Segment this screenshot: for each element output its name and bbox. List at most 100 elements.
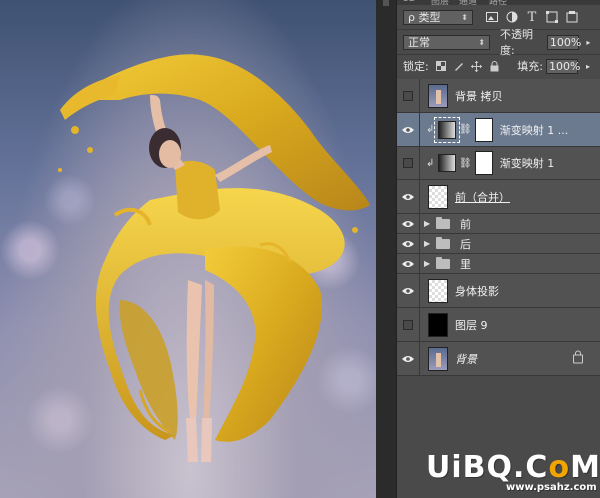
layer-row[interactable]: 背景 xyxy=(397,342,600,376)
tab-3d[interactable]: 3D xyxy=(403,0,416,4)
hidden-box-icon xyxy=(403,319,413,330)
layer-name: 背景 拷贝 xyxy=(455,89,503,103)
layer-thumbnail xyxy=(428,346,448,371)
visibility-toggle[interactable] xyxy=(397,308,420,341)
fill-input[interactable]: 100% xyxy=(546,58,581,74)
type-filter-icon[interactable]: T xyxy=(525,10,539,25)
chevron-down-icon: ⬍ xyxy=(478,37,486,47)
dancer-mini-icon xyxy=(436,89,441,104)
fill-value: 100% xyxy=(549,59,581,73)
smart-object-filter-icon[interactable] xyxy=(565,10,579,24)
panel-divider[interactable] xyxy=(376,0,396,498)
visibility-toggle[interactable] xyxy=(397,147,420,179)
layer-name: 前 xyxy=(460,217,471,231)
opacity-input[interactable]: 100% xyxy=(546,34,582,50)
layer-group-row[interactable]: ▶ 前 xyxy=(397,214,600,234)
eye-icon xyxy=(402,193,414,200)
eye-icon xyxy=(402,287,414,294)
eye-icon xyxy=(402,126,414,133)
lock-row: 锁定: 填充: 100% ▸ xyxy=(397,54,600,77)
panel-tabs: 3D 图层 通道 路径 xyxy=(397,0,600,5)
collapse-notch[interactable] xyxy=(383,0,389,6)
visibility-toggle[interactable] xyxy=(397,254,420,273)
layer-name: 前（合并） xyxy=(455,190,510,204)
fill-label: 填充: xyxy=(517,60,543,73)
site-watermark: UiBQ.CoM xyxy=(426,450,600,485)
layer-name: 图层 9 xyxy=(455,318,488,332)
folder-icon xyxy=(436,256,450,269)
folder-icon xyxy=(436,236,450,249)
layer-thumbnail xyxy=(428,184,448,209)
visibility-toggle[interactable] xyxy=(397,79,420,112)
layer-group-row[interactable]: ▶ 里 xyxy=(397,254,600,274)
layer-name: 渐变映射 1 xyxy=(499,157,555,170)
lock-all-icon[interactable] xyxy=(489,60,501,72)
watermark-url: www.psahz.com xyxy=(506,482,597,493)
link-chain-icon[interactable]: ⛓ xyxy=(459,158,472,169)
visibility-toggle[interactable] xyxy=(397,214,420,233)
filter-type-select[interactable]: ρ 类型 ⬍ xyxy=(403,9,473,25)
gradient-map-icon xyxy=(434,116,460,143)
expand-triangle-icon[interactable]: ▶ xyxy=(424,219,434,228)
image-filter-icon[interactable] xyxy=(485,10,499,24)
layer-group-row[interactable]: ▶ 后 xyxy=(397,234,600,254)
visibility-toggle[interactable] xyxy=(397,274,420,307)
lock-position-icon[interactable] xyxy=(471,60,483,72)
layer-name: 后 xyxy=(460,237,471,251)
blend-mode-select[interactable]: 正常 ⬍ xyxy=(403,34,491,50)
tab-paths[interactable]: 路径 xyxy=(489,0,507,5)
layer-thumbnail xyxy=(428,312,448,337)
watermark-text-a: UiBQ.C xyxy=(426,450,549,485)
layer-name: 里 xyxy=(460,257,471,271)
adjustment-filter-icon[interactable] xyxy=(505,10,519,24)
gradient-map-icon xyxy=(438,154,456,172)
layers-panel: 3D 图层 通道 路径 ρ 类型 ⬍ T 正常 ⬍ 不透明度: 100% ▸ 锁定: xyxy=(396,0,600,498)
layer-thumbnail xyxy=(428,83,448,108)
layers-list: 背景 拷贝 ↲ ⛓ 渐变映射 1 ... ↲ ⛓ 渐变映射 1 前（合并） ▶ … xyxy=(397,79,600,376)
layer-row[interactable]: 前（合并） xyxy=(397,180,600,214)
folder-icon xyxy=(436,216,450,229)
layer-row[interactable]: 身体投影 xyxy=(397,274,600,308)
blend-mode-value: 正常 xyxy=(408,36,430,49)
layer-row[interactable]: 图层 9 xyxy=(397,308,600,342)
hidden-box-icon xyxy=(403,158,413,168)
lock-label: 锁定: xyxy=(403,60,429,73)
tab-layers[interactable]: 图层 xyxy=(431,0,449,5)
chevron-down-icon: ⬍ xyxy=(461,12,468,22)
watermark-text-b: M xyxy=(570,450,600,485)
layer-mask-thumbnail[interactable] xyxy=(474,117,493,142)
eye-icon xyxy=(402,240,414,247)
blend-row: 正常 ⬍ 不透明度: 100% ▸ xyxy=(397,28,600,57)
tab-channels[interactable]: 通道 xyxy=(459,0,477,5)
shape-filter-icon[interactable] xyxy=(545,10,559,24)
layer-mask-thumbnail[interactable] xyxy=(474,151,493,175)
layer-row[interactable]: ↲ ⛓ 渐变映射 1 xyxy=(397,147,600,180)
visibility-toggle[interactable] xyxy=(397,113,420,146)
hidden-box-icon xyxy=(403,90,413,101)
opacity-dropdown-icon[interactable]: ▸ xyxy=(582,35,595,49)
eye-icon xyxy=(402,260,414,267)
expand-triangle-icon[interactable]: ▶ xyxy=(424,239,434,248)
opacity-label: 不透明度: xyxy=(500,28,534,57)
layer-row[interactable]: ↲ ⛓ 渐变映射 1 ... xyxy=(397,113,600,147)
clip-arrow-icon: ↲ xyxy=(426,124,435,135)
lock-icon xyxy=(573,350,583,363)
fill-dropdown-icon[interactable]: ▸ xyxy=(581,59,595,73)
visibility-toggle[interactable] xyxy=(397,342,420,375)
eye-icon xyxy=(402,355,414,362)
document-canvas[interactable] xyxy=(0,0,376,498)
lock-pixels-icon[interactable] xyxy=(453,60,465,72)
dancer-mini-icon xyxy=(436,352,441,367)
layer-thumbnail xyxy=(428,278,448,303)
lock-transparency-icon[interactable] xyxy=(435,60,447,72)
link-chain-icon[interactable]: ⛓ xyxy=(459,124,472,135)
visibility-toggle[interactable] xyxy=(397,234,420,253)
layer-name: 渐变映射 1 ... xyxy=(499,123,569,137)
expand-triangle-icon[interactable]: ▶ xyxy=(424,259,434,268)
layer-row[interactable]: 背景 拷贝 xyxy=(397,79,600,113)
layer-name: 背景 xyxy=(455,352,477,366)
layer-name: 身体投影 xyxy=(455,284,499,298)
opacity-value: 100% xyxy=(549,35,582,49)
visibility-toggle[interactable] xyxy=(397,180,420,213)
filter-row: ρ 类型 ⬍ T xyxy=(397,5,600,29)
